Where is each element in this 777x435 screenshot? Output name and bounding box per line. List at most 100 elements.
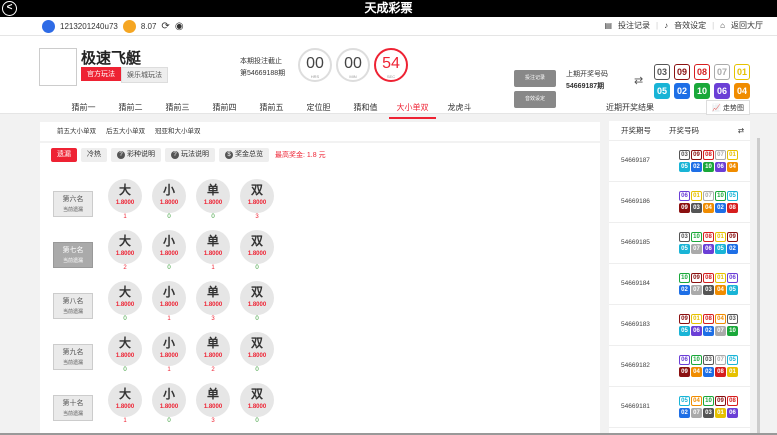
play-explain-button[interactable]: ? 玩法说明 (165, 148, 215, 162)
bet-option[interactable]: 小 1.8000 0 (151, 383, 187, 426)
eye-icon[interactable]: ◉ (175, 21, 184, 32)
bet-option[interactable]: 单 1.8000 1 (195, 230, 231, 273)
history-ball: 09 (679, 314, 690, 324)
missing-count: 2 (211, 367, 215, 373)
history-ball: 03 (691, 203, 702, 213)
history-ball: 07 (691, 244, 702, 254)
history-row: 54669181 05 04 10 09 08 02 07 03 01 06 (609, 387, 750, 428)
return-hall-link[interactable]: 返回大厅 (731, 20, 763, 31)
bet-record-button[interactable]: 投注记录 (514, 70, 556, 87)
bet-option[interactable]: 大 1.8000 1 (107, 179, 143, 222)
subtab-0[interactable]: 前五大小单双 (57, 122, 96, 141)
bet-option[interactable]: 小 1.8000 1 (151, 281, 187, 324)
history-ball: 03 (703, 355, 714, 365)
bet-option[interactable]: 大 1.8000 0 (107, 332, 143, 375)
bet-option[interactable]: 大 1.8000 0 (107, 281, 143, 324)
option-odds: 1.8000 (115, 251, 135, 257)
hot-cold-button[interactable]: 冷热 (81, 148, 107, 162)
refresh-icon[interactable]: ⟳ (161, 21, 169, 32)
tab-7[interactable]: 大小单双 (389, 97, 436, 119)
option-odds: 1.8000 (203, 404, 223, 410)
history-ball: 06 (727, 273, 738, 283)
tab-4[interactable]: 猜前五 (248, 97, 295, 119)
countdown-seconds: 54 SEC (374, 48, 408, 82)
entertain-play-tag[interactable]: 娱乐城玩法 (121, 67, 168, 83)
option-odds: 1.8000 (159, 404, 179, 410)
tab-2[interactable]: 猜前三 (154, 97, 201, 119)
option-label: 大 (118, 234, 131, 248)
tab-6[interactable]: 猜和值 (342, 97, 389, 119)
history-row: 54669183 09 01 08 04 03 05 06 02 07 10 (609, 305, 750, 346)
official-play-tag[interactable]: 官方玩法 (81, 67, 121, 81)
tab-0[interactable]: 猜前一 (60, 97, 107, 119)
history-ball: 04 (691, 396, 702, 406)
history-ball: 05 (679, 326, 690, 336)
history-issue: 54669181 (621, 403, 650, 410)
bet-option[interactable]: 双 1.8000 3 (239, 179, 275, 222)
option-odds: 1.8000 (159, 353, 179, 359)
user-bar: 1213201240u73 8.07 ⟳ ◉ ▤ 投注记录 | ♪ 音效设定 |… (0, 17, 777, 36)
history-ball: 05 (679, 396, 690, 406)
history-ball: 01 (727, 367, 738, 377)
bet-option[interactable]: 双 1.8000 0 (239, 230, 275, 273)
sound-settings-link[interactable]: 音效设定 (674, 20, 706, 31)
history-ball: 07 (715, 150, 726, 160)
tab-1[interactable]: 猜前二 (107, 97, 154, 119)
history-issue: 54669187 (621, 157, 650, 164)
prize-overview-button[interactable]: $ 奖金总览 (219, 148, 269, 162)
game-logo-image (39, 48, 77, 86)
history-ball: 01 (715, 273, 726, 283)
bet-option[interactable]: 双 1.8000 0 (239, 281, 275, 324)
bet-record-link[interactable]: 投注记录 (618, 20, 650, 31)
back-icon[interactable]: < (2, 1, 17, 16)
position-label[interactable]: 第七名 当前遗漏 (53, 242, 93, 268)
history-ball: 08 (727, 396, 738, 406)
bet-option[interactable]: 单 1.8000 3 (195, 383, 231, 426)
position-label[interactable]: 第九名 当前遗漏 (53, 344, 93, 370)
bet-option[interactable]: 单 1.8000 0 (195, 179, 231, 222)
bet-option[interactable]: 大 1.8000 1 (107, 383, 143, 426)
bet-option[interactable]: 小 1.8000 1 (151, 332, 187, 375)
option-odds: 1.8000 (203, 200, 223, 206)
history-ball: 05 (679, 162, 690, 172)
position-label[interactable]: 第八名 当前遗漏 (53, 293, 93, 319)
result-ball: 03 (654, 64, 670, 80)
subtab-2[interactable]: 冠亚和大小单双 (155, 122, 201, 141)
option-odds: 1.8000 (115, 200, 135, 206)
bet-option[interactable]: 小 1.8000 0 (151, 230, 187, 273)
missing-button[interactable]: 遗漏 (51, 148, 77, 162)
rules-button[interactable]: ? 彩种说明 (111, 148, 161, 162)
tab-5[interactable]: 定位胆 (295, 97, 342, 119)
bet-option[interactable]: 双 1.8000 0 (239, 383, 275, 426)
bet-option[interactable]: 小 1.8000 0 (151, 179, 187, 222)
position-label[interactable]: 第六名 当前遗漏 (53, 191, 93, 217)
question-icon: ? (117, 151, 125, 159)
history-ball: 04 (727, 162, 738, 172)
option-label: 小 (162, 387, 175, 401)
history-ball: 05 (727, 285, 738, 295)
missing-count: 0 (123, 367, 127, 373)
position-label[interactable]: 第十名 当前遗漏 (53, 395, 93, 421)
history-row: 54669182 06 10 03 07 05 09 04 02 08 01 (609, 346, 750, 387)
bet-option[interactable]: 大 1.8000 2 (107, 230, 143, 273)
history-ball: 09 (691, 273, 702, 283)
swap-icon[interactable]: ⇄ (634, 74, 643, 87)
result-ball: 08 (694, 64, 710, 80)
scrollbar[interactable] (757, 138, 760, 435)
bet-option[interactable]: 单 1.8000 2 (195, 332, 231, 375)
history-ball: 08 (727, 203, 738, 213)
swap-icon[interactable]: ⇄ (738, 121, 744, 141)
missing-count: 0 (123, 316, 127, 322)
tab-8[interactable]: 龙虎斗 (436, 97, 483, 119)
sub-tabs: 前五大小单双 后五大小单双 冠亚和大小单双 (40, 122, 600, 141)
option-odds: 1.8000 (247, 404, 267, 410)
bet-option[interactable]: 双 1.8000 0 (239, 332, 275, 375)
tab-3[interactable]: 猜前四 (201, 97, 248, 119)
col-issue: 开奖期号 (621, 126, 651, 135)
trend-chart-button[interactable]: 📈 走势图 (706, 100, 750, 115)
missing-count: 0 (211, 214, 215, 220)
result-ball: 07 (714, 64, 730, 80)
option-odds: 1.8000 (247, 353, 267, 359)
bet-option[interactable]: 单 1.8000 3 (195, 281, 231, 324)
subtab-1[interactable]: 后五大小单双 (106, 122, 145, 141)
